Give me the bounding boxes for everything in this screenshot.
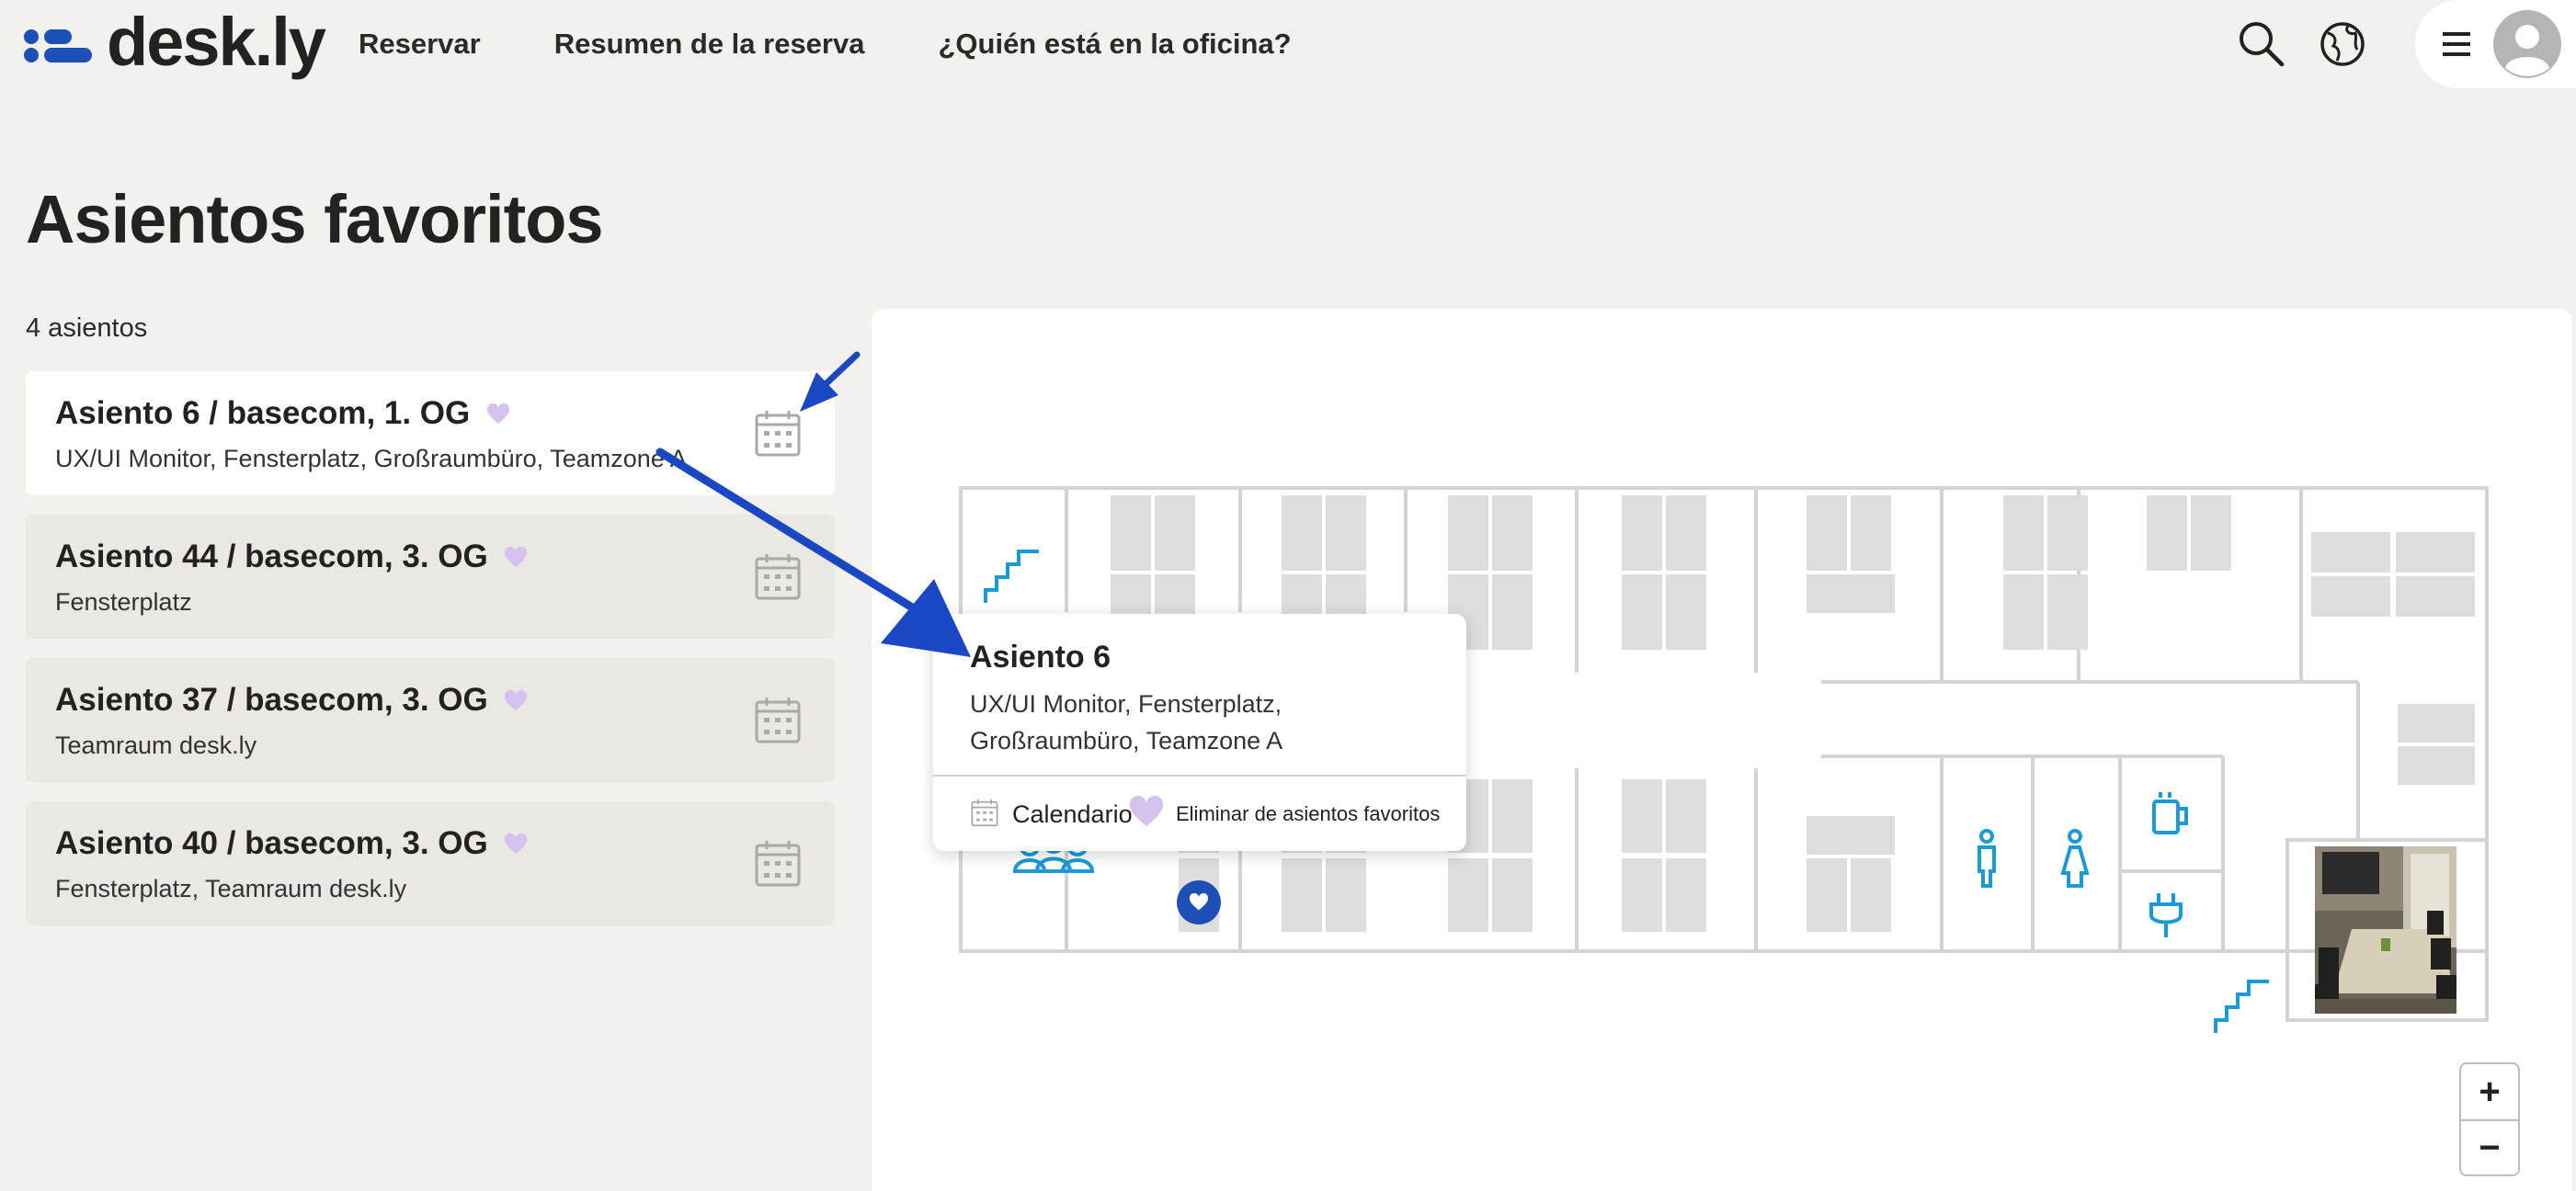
power-plug-icon [2149, 893, 2183, 937]
calendar-icon[interactable] [754, 695, 802, 744]
seat-title-row: Asiento 40 / basecom, 3. OG [55, 825, 528, 864]
nav-reservar[interactable]: Reservar [359, 28, 481, 61]
seat-card-asiento-40[interactable]: Asiento 40 / basecom, 3. OG Fensterplatz… [26, 801, 835, 925]
popup-remove-favorite-button[interactable]: Eliminar de asientos favoritos [1128, 795, 1441, 834]
calendar-icon [970, 798, 999, 832]
seat-description: Fensterplatz, Teamraum desk.ly [55, 875, 407, 902]
seat-popup: Asiento 6 UX/UI Monitor, Fensterplatz, G… [933, 614, 1466, 851]
globe-icon[interactable] [2317, 18, 2368, 70]
popup-title: Asiento 6 [970, 640, 1111, 675]
coffee-icon [2152, 792, 2188, 834]
seat-title: Asiento 6 / basecom, 1. OG [55, 395, 471, 431]
seat-card-asiento-44[interactable]: Asiento 44 / basecom, 3. OG Fensterplatz [26, 515, 835, 639]
favorite-heart-icon [504, 827, 528, 864]
favorite-heart-icon [1128, 795, 1165, 834]
seat-title-row: Asiento 37 / basecom, 3. OG [55, 682, 528, 720]
seat-card-asiento-37[interactable]: Asiento 37 / basecom, 3. OG Teamraum des… [26, 658, 835, 782]
stairs-icon [984, 550, 1039, 603]
seat-description: UX/UI Monitor, Fensterplatz, Großraumbür… [55, 445, 687, 472]
seat-count: 4 asientos [26, 313, 148, 343]
popup-divider [933, 775, 1466, 777]
calendar-icon[interactable] [754, 551, 802, 601]
seat-title: Asiento 40 / basecom, 3. OG [55, 825, 488, 861]
zoom-controls: + − [2459, 1062, 2520, 1176]
nav-quien-en-oficina[interactable]: ¿Quién está en la oficina? [938, 28, 1291, 61]
user-avatar-icon [2492, 9, 2562, 84]
popup-calendar-button[interactable]: Calendario [970, 798, 1133, 831]
seat-title-row: Asiento 6 / basecom, 1. OG [55, 395, 510, 434]
favorite-seat-pin[interactable] [1177, 880, 1221, 924]
logo[interactable]: desk.ly [24, 0, 326, 88]
popup-calendar-label: Calendario [1012, 800, 1133, 828]
seat-title: Asiento 37 / basecom, 3. OG [55, 682, 488, 718]
main-nav: Reservar Resumen de la reserva ¿Quién es… [359, 0, 1292, 88]
logo-text: desk.ly [107, 4, 326, 80]
room-photo[interactable] [2315, 846, 2456, 1014]
zoom-in-button[interactable]: + [2461, 1064, 2518, 1119]
hamburger-menu-icon [2441, 30, 2474, 62]
seat-description: Fensterplatz [55, 588, 192, 616]
seat-title: Asiento 44 / basecom, 3. OG [55, 539, 488, 574]
nav-resumen-reserva[interactable]: Resumen de la reserva [554, 28, 865, 61]
logo-mark-icon [24, 26, 94, 62]
popup-description: UX/UI Monitor, Fensterplatz, Großraumbür… [970, 690, 1283, 754]
zoom-out-button[interactable]: − [2461, 1119, 2518, 1174]
female-restroom-icon [2060, 829, 2090, 888]
favorite-heart-icon [504, 684, 528, 720]
calendar-icon[interactable] [754, 838, 802, 888]
popup-remove-favorite-label: Eliminar de asientos favoritos [1176, 802, 1441, 825]
user-menu-button[interactable] [2415, 0, 2576, 88]
seat-card-asiento-6[interactable]: Asiento 6 / basecom, 1. OG UX/UI Monitor… [26, 371, 835, 495]
search-icon[interactable] [2236, 18, 2287, 70]
male-restroom-icon [1978, 829, 1996, 888]
favorite-heart-icon [504, 540, 528, 577]
favorite-heart-icon [486, 397, 510, 434]
seat-title-row: Asiento 44 / basecom, 3. OG [55, 539, 528, 577]
top-bar: desk.ly Reservar Resumen de la reserva ¿… [0, 0, 2576, 88]
seat-description: Teamraum desk.ly [55, 732, 257, 759]
page-title: Asientos favoritos [26, 181, 604, 257]
calendar-icon[interactable] [754, 408, 802, 458]
stairs-icon [2214, 980, 2269, 1033]
